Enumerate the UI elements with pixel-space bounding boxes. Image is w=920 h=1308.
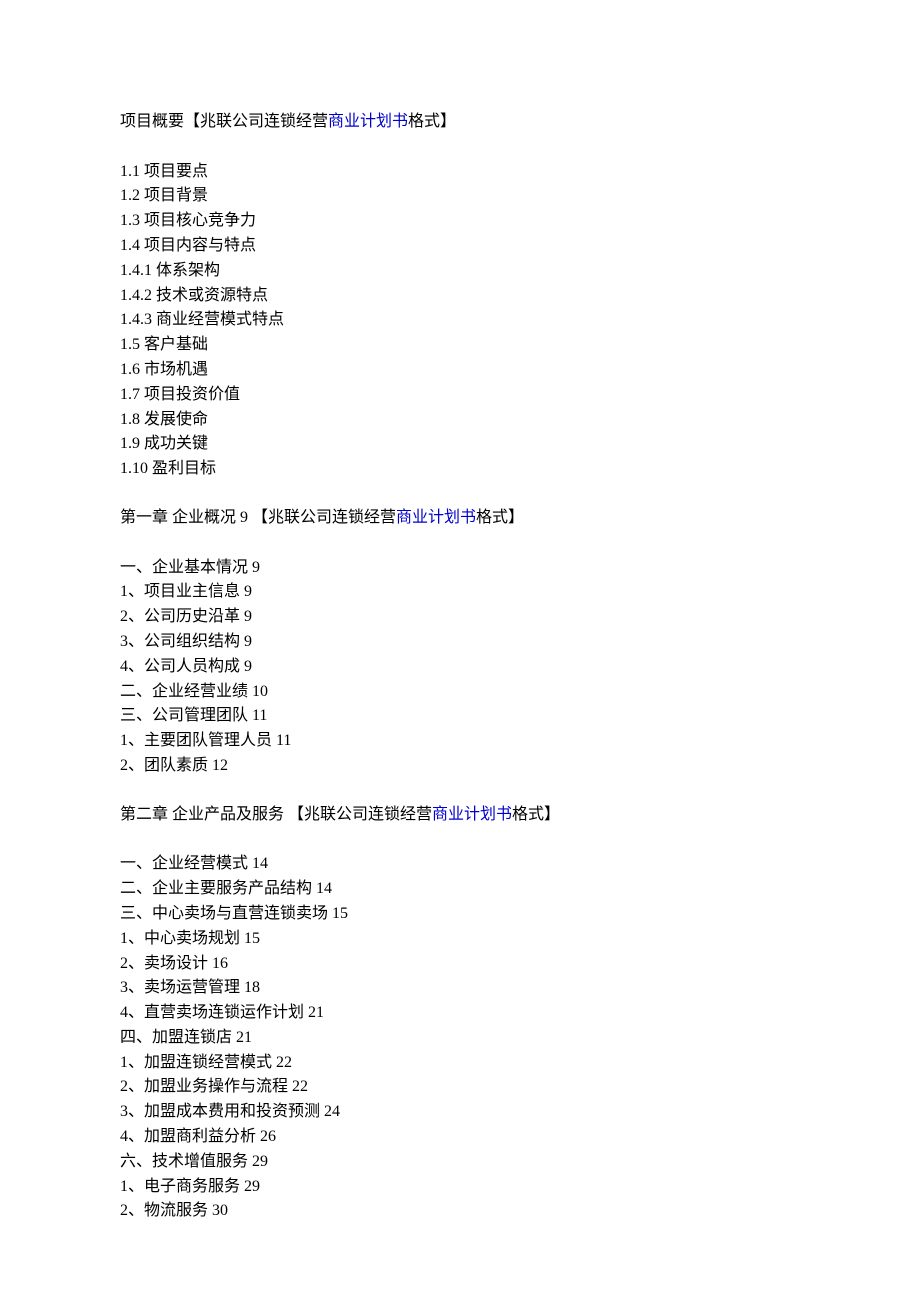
blank-line — [120, 135, 800, 160]
toc-entry: 4、直营卖场连锁运作计划 21 — [120, 1001, 800, 1026]
toc-entry: 4、公司人员构成 9 — [120, 655, 800, 680]
section-heading: 第一章 企业概况 9 【兆联公司连锁经营商业计划书格式】 — [120, 506, 800, 531]
toc-entry: 1.5 客户基础 — [120, 333, 800, 358]
toc-entry: 六、技术增值服务 29 — [120, 1150, 800, 1175]
heading-text: 格式】 — [408, 113, 456, 130]
toc-entry: 1、中心卖场规划 15 — [120, 927, 800, 952]
toc-entry: 1、项目业主信息 9 — [120, 580, 800, 605]
toc-entry: 1.4.2 技术或资源特点 — [120, 284, 800, 309]
toc-entry: 1.10 盈利目标 — [120, 457, 800, 482]
toc-entry: 2、团队素质 12 — [120, 754, 800, 779]
toc-entry: 1.6 市场机遇 — [120, 358, 800, 383]
toc-entry: 2、加盟业务操作与流程 22 — [120, 1075, 800, 1100]
toc-entry: 3、加盟成本费用和投资预测 24 — [120, 1100, 800, 1125]
toc-entry: 1、电子商务服务 29 — [120, 1175, 800, 1200]
toc-entry: 二、企业经营业绩 10 — [120, 680, 800, 705]
toc-section: 项目概要【兆联公司连锁经营商业计划书格式】 1.1 项目要点1.2 项目背景1.… — [120, 110, 800, 482]
heading-text: 第二章 企业产品及服务 【兆联公司连锁经营 — [120, 806, 432, 823]
toc-entry: 1.4 项目内容与特点 — [120, 234, 800, 259]
toc-entry: 一、企业经营模式 14 — [120, 852, 800, 877]
document-page: 项目概要【兆联公司连锁经营商业计划书格式】 1.1 项目要点1.2 项目背景1.… — [0, 0, 920, 1308]
toc-entry: 2、卖场设计 16 — [120, 952, 800, 977]
blank-line — [120, 828, 800, 853]
toc-entry: 1.2 项目背景 — [120, 184, 800, 209]
toc-entry: 3、公司组织结构 9 — [120, 630, 800, 655]
heading-text: 格式】 — [476, 509, 524, 526]
toc-entry: 一、企业基本情况 9 — [120, 556, 800, 581]
toc-entry: 三、公司管理团队 11 — [120, 704, 800, 729]
toc-entry: 1、加盟连锁经营模式 22 — [120, 1051, 800, 1076]
toc-entry: 1.4.3 商业经营模式特点 — [120, 308, 800, 333]
toc-section: 第二章 企业产品及服务 【兆联公司连锁经营商业计划书格式】 一、企业经营模式 1… — [120, 803, 800, 1225]
heading-text: 第一章 企业概况 9 【兆联公司连锁经营 — [120, 509, 396, 526]
blank-line — [120, 531, 800, 556]
business-plan-link[interactable]: 商业计划书 — [396, 509, 476, 526]
toc-entry: 1.8 发展使命 — [120, 408, 800, 433]
section-heading: 第二章 企业产品及服务 【兆联公司连锁经营商业计划书格式】 — [120, 803, 800, 828]
business-plan-link[interactable]: 商业计划书 — [432, 806, 512, 823]
toc-entry: 1.9 成功关键 — [120, 432, 800, 457]
toc-entry: 3、卖场运营管理 18 — [120, 976, 800, 1001]
toc-entry: 2、公司历史沿革 9 — [120, 605, 800, 630]
toc-entry: 1.1 项目要点 — [120, 160, 800, 185]
toc-entry: 二、企业主要服务产品结构 14 — [120, 877, 800, 902]
heading-text: 项目概要【兆联公司连锁经营 — [120, 113, 328, 130]
toc-entry: 四、加盟连锁店 21 — [120, 1026, 800, 1051]
heading-text: 格式】 — [512, 806, 560, 823]
toc-section: 第一章 企业概况 9 【兆联公司连锁经营商业计划书格式】 一、企业基本情况 91… — [120, 506, 800, 779]
toc-entry: 1.7 项目投资价值 — [120, 383, 800, 408]
toc-entry: 2、物流服务 30 — [120, 1199, 800, 1224]
toc-entry: 4、加盟商利益分析 26 — [120, 1125, 800, 1150]
toc-entry: 1.4.1 体系架构 — [120, 259, 800, 284]
toc-entry: 1、主要团队管理人员 11 — [120, 729, 800, 754]
business-plan-link[interactable]: 商业计划书 — [328, 113, 408, 130]
toc-entry: 1.3 项目核心竞争力 — [120, 209, 800, 234]
toc-entry: 三、中心卖场与直营连锁卖场 15 — [120, 902, 800, 927]
section-heading: 项目概要【兆联公司连锁经营商业计划书格式】 — [120, 110, 800, 135]
